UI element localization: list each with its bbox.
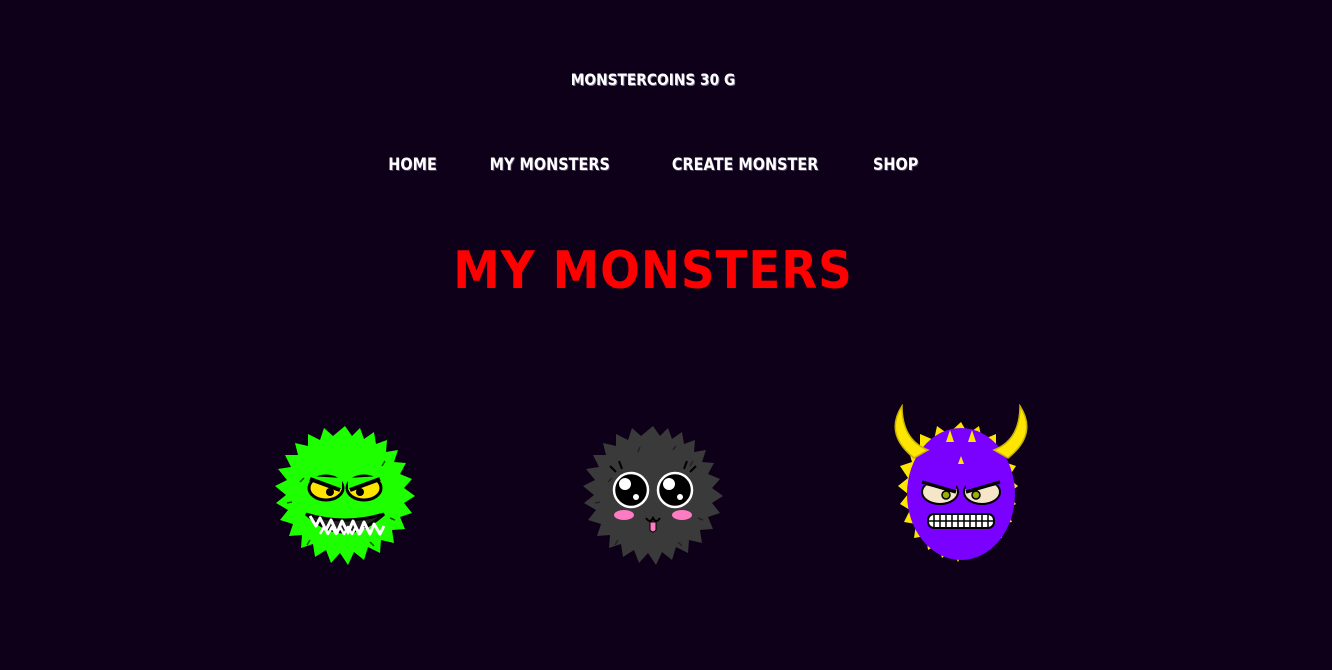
purple-monster-card[interactable] <box>884 403 1038 568</box>
nav-item-create-monster[interactable]: CREATE MONSTER <box>671 155 817 175</box>
black-monster-icon <box>583 426 723 565</box>
nav-item-home[interactable]: HOME <box>388 155 437 175</box>
purple-monster-icon <box>894 403 1028 562</box>
nav-item-my-monsters[interactable]: MY MONSTERS <box>490 155 610 175</box>
nav-item-shop[interactable]: SHOP <box>873 155 918 175</box>
monstercoins-balance: MONSTERCOINS 30 G <box>570 70 736 89</box>
page-title: MY MONSTERS <box>453 241 853 301</box>
green-monster-icon <box>275 426 415 565</box>
main-nav: HOME MY MONSTERS CREATE MONSTER SHOP <box>0 155 1306 175</box>
black-monster-card[interactable] <box>578 422 728 568</box>
green-monster-card[interactable] <box>270 422 420 568</box>
